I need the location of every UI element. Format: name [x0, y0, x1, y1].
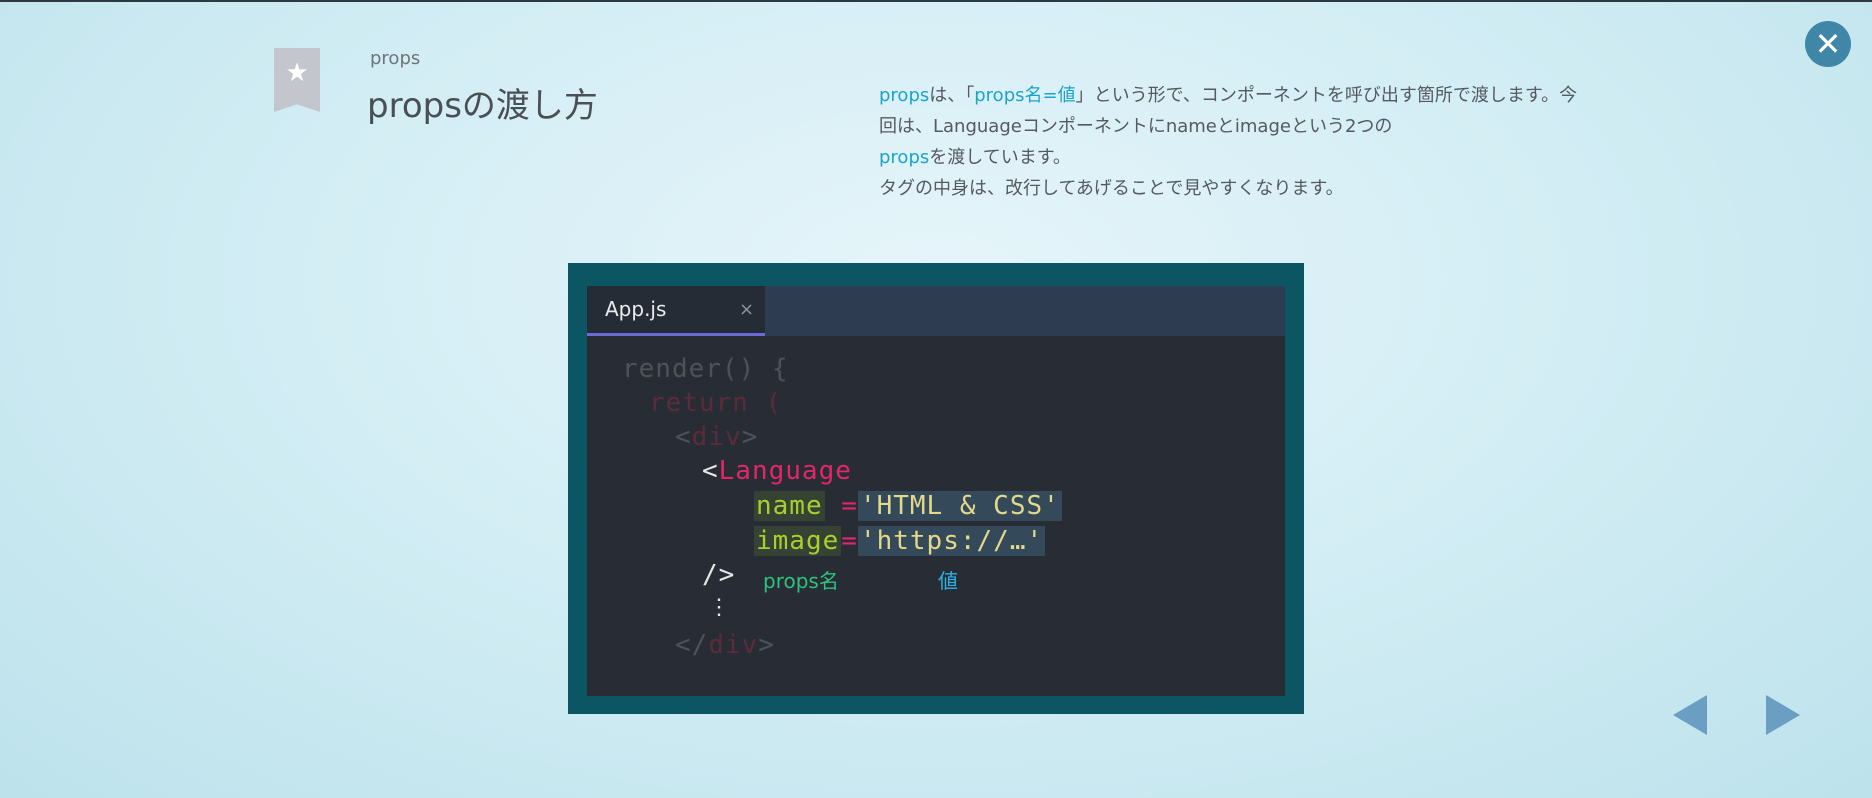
- code-ellipsis: ⋮: [708, 595, 731, 620]
- tab-label: App.js: [605, 297, 667, 321]
- prop-name: name: [754, 491, 825, 521]
- bookmark-button[interactable]: ★: [274, 48, 320, 112]
- prop-value: 'HTML & CSS': [857, 491, 1062, 521]
- description-text: を渡しています。: [929, 147, 1071, 168]
- code-line: <div>: [675, 422, 759, 452]
- code-line: render() {: [622, 354, 789, 384]
- code-line: <Language: [702, 456, 852, 486]
- close-icon[interactable]: ✕: [1805, 21, 1851, 67]
- category-label: props: [370, 48, 421, 69]
- code-area: render() { return ( <div> <Language name…: [587, 336, 1285, 696]
- code-editor-frame: App.js × render() { return ( <div> <Lang…: [568, 263, 1304, 714]
- code-line: name ='HTML & CSS': [754, 491, 1062, 521]
- description-text: は、「: [929, 85, 975, 106]
- code-line: />: [702, 560, 736, 590]
- highlight-props: props: [879, 147, 930, 168]
- code-line: </div>: [675, 630, 775, 660]
- star-icon: ★: [285, 58, 309, 88]
- description: propsは、「props名=値」という形で、コンポーネントを呼び出す箇所で渡し…: [879, 80, 1579, 204]
- top-border: [0, 0, 1872, 2]
- code-line: return (: [649, 388, 783, 418]
- highlight-props: props: [879, 85, 930, 106]
- description-text: タグの中身は、改行してあげることで見やすくなります。: [879, 178, 1344, 199]
- props-name-annotation: props名: [763, 569, 839, 593]
- highlight-props-name-value: props名=値: [974, 85, 1076, 106]
- prop-value: 'https://…': [857, 526, 1046, 556]
- editor-tab-bar: App.js ×: [587, 286, 1285, 336]
- tab-app-js[interactable]: App.js ×: [587, 286, 765, 336]
- value-annotation: 値: [938, 569, 958, 593]
- component-name: Language: [718, 456, 852, 486]
- triangle-right-icon[interactable]: [1766, 695, 1800, 735]
- prop-name: image: [754, 526, 842, 556]
- triangle-left-icon[interactable]: [1673, 695, 1707, 735]
- tab-close-icon[interactable]: ×: [739, 299, 754, 320]
- code-line: image='https://…': [754, 526, 1046, 556]
- page-title: propsの渡し方: [367, 86, 598, 126]
